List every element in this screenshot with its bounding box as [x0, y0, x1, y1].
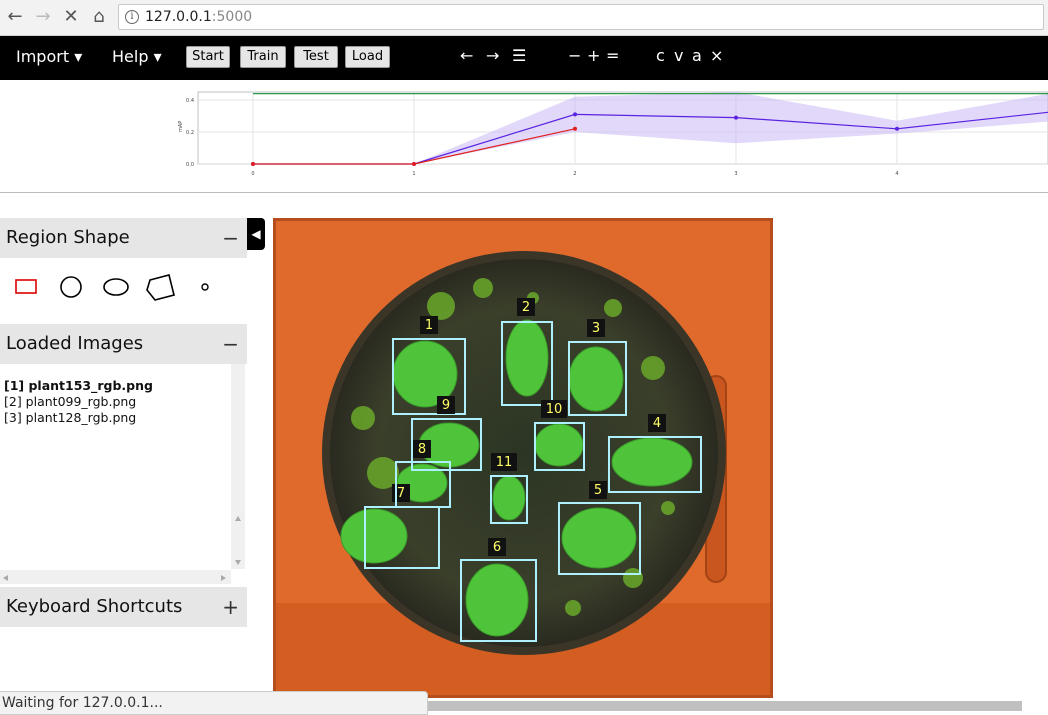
delete-region-icon[interactable]: × [710, 46, 723, 65]
x-tick-label: 0 [251, 171, 254, 177]
zoom-reset-icon[interactable]: = [606, 46, 619, 65]
file-list-horizontal-scrollbar[interactable] [0, 570, 231, 584]
next-image-icon[interactable]: → [486, 46, 499, 65]
forward-arrow-icon[interactable]: → [32, 6, 54, 28]
x-tick-label: 4 [895, 171, 898, 177]
region-shape-title: Region Shape [6, 227, 130, 248]
rectangle-icon[interactable] [15, 279, 37, 294]
info-icon[interactable]: i [125, 10, 139, 24]
data-point [573, 126, 577, 131]
expand-keyboard-shortcuts-icon[interactable]: + [222, 587, 239, 627]
y-axis-label: mAP [178, 121, 184, 132]
keyboard-shortcuts-title: Keyboard Shortcuts [6, 596, 183, 617]
polygon-icon[interactable] [146, 274, 175, 301]
keyboard-shortcuts-header[interactable]: Keyboard Shortcuts + [0, 587, 247, 627]
collapse-region-shape-icon[interactable]: − [222, 218, 239, 258]
image-canvas[interactable]: 1 2 3 4 5 6 7 8 9 10 11 [273, 218, 773, 698]
browser-status-bar: Waiting for 127.0.0.1... [0, 691, 428, 715]
ellipse-icon[interactable] [103, 278, 129, 296]
data-point [573, 112, 577, 117]
file-item[interactable]: [3] plant128_rgb.png [4, 410, 136, 425]
region-label: 3 [592, 321, 600, 336]
back-arrow-icon[interactable]: ← [4, 6, 26, 28]
data-point [251, 162, 255, 166]
loaded-images-header[interactable]: Loaded Images − [0, 324, 247, 364]
circle-icon[interactable] [60, 276, 82, 298]
collapse-sidebar-button[interactable]: ◀ [247, 218, 265, 250]
x-tick-label: 2 [573, 171, 576, 177]
point-icon[interactable] [201, 283, 209, 291]
app-toolbar: Import ▾ Help ▾ Start Train Test Load ← … [0, 36, 1048, 80]
browser-toolbar: ← → ✕ ⌂ i 127.0.0.1:5000 [0, 0, 1048, 36]
file-list-vertical-scrollbar[interactable] [231, 364, 245, 569]
plant-image: 1 2 3 4 5 6 7 8 9 10 11 [273, 218, 773, 698]
zoom-in-icon[interactable]: + [587, 46, 600, 65]
test-button[interactable]: Test [294, 46, 338, 68]
start-button[interactable]: Start [186, 46, 230, 68]
address-bar[interactable]: i 127.0.0.1:5000 [118, 4, 1044, 30]
training-chart: 0.0 0.2 0.4 0 1 2 3 4 mAP [0, 80, 1048, 193]
region-label: 1 [425, 318, 433, 333]
region-label: 2 [522, 300, 530, 315]
y-tick-label: 0.2 [186, 130, 194, 136]
region-label: 4 [653, 416, 661, 431]
help-menu[interactable]: Help ▾ [112, 47, 162, 66]
region-label: 10 [546, 402, 563, 417]
page-horizontal-scrollbar[interactable] [428, 701, 1022, 711]
y-tick-label: 0.4 [186, 98, 194, 104]
region-label: 7 [397, 486, 405, 501]
left-panel: Region Shape − Loaded Images − [1] plant… [0, 218, 247, 628]
copy-region-icon[interactable]: c [656, 46, 665, 65]
region-label: 9 [442, 398, 450, 413]
y-tick-label: 0.0 [186, 162, 194, 168]
image-list-icon[interactable]: ☰ [512, 46, 526, 65]
load-button[interactable]: Load [345, 46, 390, 68]
home-icon[interactable]: ⌂ [88, 6, 110, 28]
train-button[interactable]: Train [240, 46, 286, 68]
select-all-icon[interactable]: a [692, 46, 702, 65]
import-menu[interactable]: Import ▾ [16, 47, 82, 66]
url-port: :5000 [211, 9, 253, 25]
loaded-images-title: Loaded Images [6, 333, 144, 354]
stop-loading-icon[interactable]: ✕ [60, 6, 82, 28]
zoom-out-icon[interactable]: − [568, 46, 581, 65]
paste-region-icon[interactable]: v [674, 46, 683, 65]
file-item[interactable]: [2] plant099_rgb.png [4, 394, 136, 409]
shape-selector [0, 258, 247, 322]
region-label: 8 [418, 442, 426, 457]
prev-image-icon[interactable]: ← [460, 46, 473, 65]
data-point [895, 126, 899, 131]
url-host: 127.0.0.1 [145, 9, 212, 25]
image-file-list: [1] plant153_rgb.png [2] plant099_rgb.pn… [0, 364, 247, 584]
data-point [412, 162, 416, 166]
x-tick-label: 3 [734, 171, 737, 177]
region-label: 6 [493, 540, 501, 555]
data-point [734, 115, 738, 120]
x-tick-label: 1 [412, 171, 415, 177]
region-label: 5 [594, 483, 602, 498]
chart-svg: 0.0 0.2 0.4 0 1 2 3 4 mAP [178, 91, 1048, 177]
region-label: 11 [496, 455, 513, 470]
region-shape-header[interactable]: Region Shape − [0, 218, 247, 258]
collapse-loaded-images-icon[interactable]: − [222, 324, 239, 364]
file-item-active[interactable]: [1] plant153_rgb.png [4, 378, 153, 393]
